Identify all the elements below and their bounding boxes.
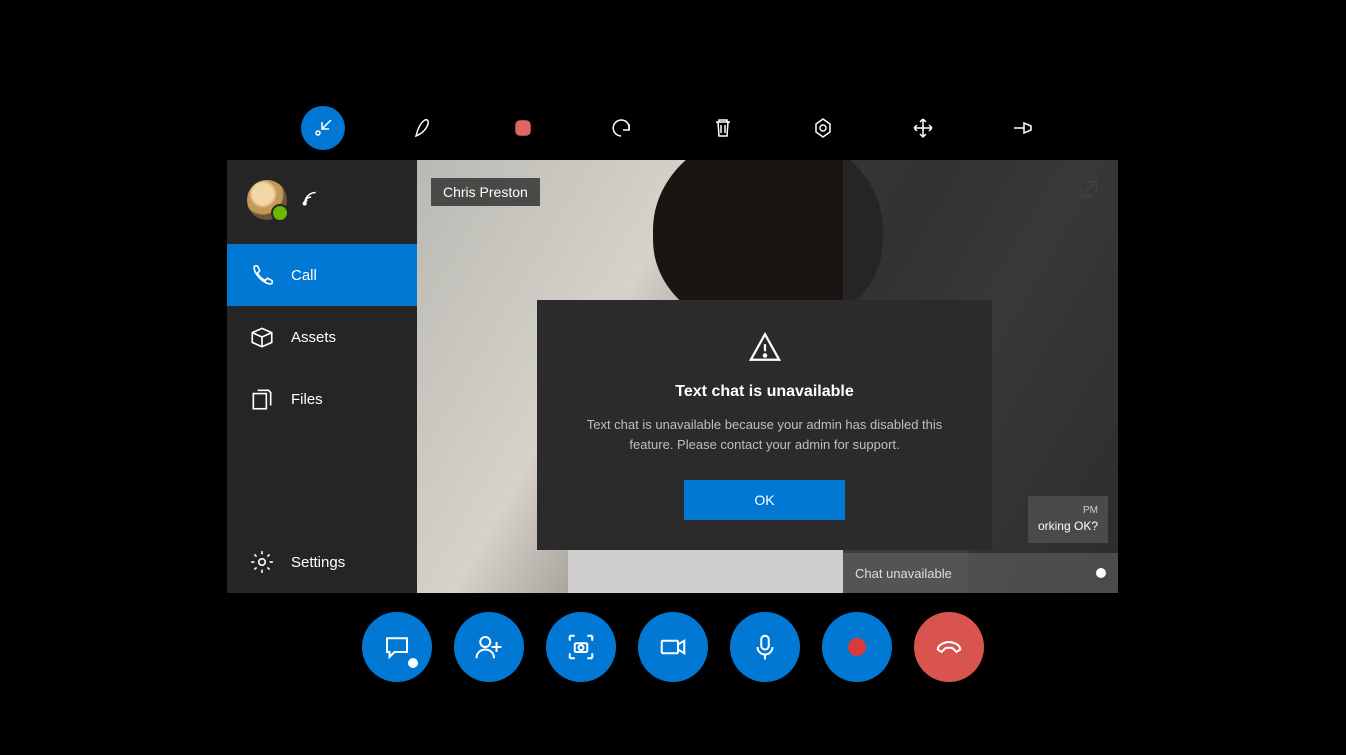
stop-record-button[interactable]: [501, 106, 545, 150]
video-button[interactable]: [638, 612, 708, 682]
move-icon: [911, 116, 935, 140]
collapse-icon: [311, 116, 335, 140]
video-icon: [658, 632, 688, 662]
dialog-title: Text chat is unavailable: [571, 383, 958, 401]
user-avatar[interactable]: [247, 180, 287, 220]
trash-icon: [711, 116, 735, 140]
send-icon[interactable]: [1096, 568, 1106, 578]
app-window: Call Assets Files Settings Chris Preston: [227, 160, 1118, 593]
sidebar: Call Assets Files Settings: [227, 160, 417, 593]
chat-message: PM orking OK?: [1028, 496, 1108, 543]
sidebar-item-label: Files: [291, 391, 323, 408]
chat-unavailable-dialog: Text chat is unavailable Text chat is un…: [537, 300, 992, 550]
sidebar-item-label: Assets: [291, 329, 336, 346]
dialog-body: Text chat is unavailable because your ad…: [571, 415, 958, 454]
add-participant-button[interactable]: [454, 612, 524, 682]
pin-icon: [1011, 116, 1035, 140]
signal-icon: [301, 187, 323, 214]
video-area: Chris Preston PM orking OK? Chat unavail…: [417, 160, 1118, 593]
record-button[interactable]: [822, 612, 892, 682]
dialog-ok-button[interactable]: OK: [684, 480, 844, 520]
stop-record-icon: [511, 116, 535, 140]
target-icon: [811, 116, 835, 140]
sidebar-item-assets[interactable]: Assets: [227, 306, 417, 368]
participant-name-tag: Chris Preston: [431, 178, 540, 206]
mic-button[interactable]: [730, 612, 800, 682]
sidebar-item-files[interactable]: Files: [227, 368, 417, 430]
sidebar-item-call[interactable]: Call: [227, 244, 417, 306]
files-icon: [249, 386, 275, 412]
box-icon: [249, 324, 275, 350]
collapse-button[interactable]: [301, 106, 345, 150]
chat-icon: [382, 632, 412, 662]
chat-placeholder: Chat unavailable: [855, 566, 952, 581]
pin-button[interactable]: [1001, 106, 1045, 150]
sidebar-header: [227, 174, 417, 244]
gear-icon: [249, 549, 275, 575]
undo-button[interactable]: [601, 106, 645, 150]
hangup-icon: [934, 632, 964, 662]
top-toolbar: [0, 100, 1346, 156]
undo-icon: [611, 116, 635, 140]
move-button[interactable]: [901, 106, 945, 150]
pen-button[interactable]: [401, 106, 445, 150]
sidebar-item-settings[interactable]: Settings: [227, 531, 417, 593]
chat-input[interactable]: Chat unavailable: [843, 553, 1118, 593]
bottom-toolbar: [0, 612, 1346, 682]
add-person-icon: [474, 632, 504, 662]
warning-icon: [748, 330, 782, 364]
trash-button[interactable]: [701, 106, 745, 150]
hangup-button[interactable]: [914, 612, 984, 682]
notification-dot-icon: [408, 658, 418, 668]
pen-icon: [411, 116, 435, 140]
record-icon: [848, 638, 866, 656]
phone-icon: [249, 262, 275, 288]
sidebar-item-label: Settings: [291, 554, 345, 571]
camera-capture-button[interactable]: [546, 612, 616, 682]
chat-button[interactable]: [362, 612, 432, 682]
mic-icon: [750, 632, 780, 662]
camera-capture-icon: [566, 632, 596, 662]
sidebar-item-label: Call: [291, 267, 317, 284]
target-button[interactable]: [801, 106, 845, 150]
